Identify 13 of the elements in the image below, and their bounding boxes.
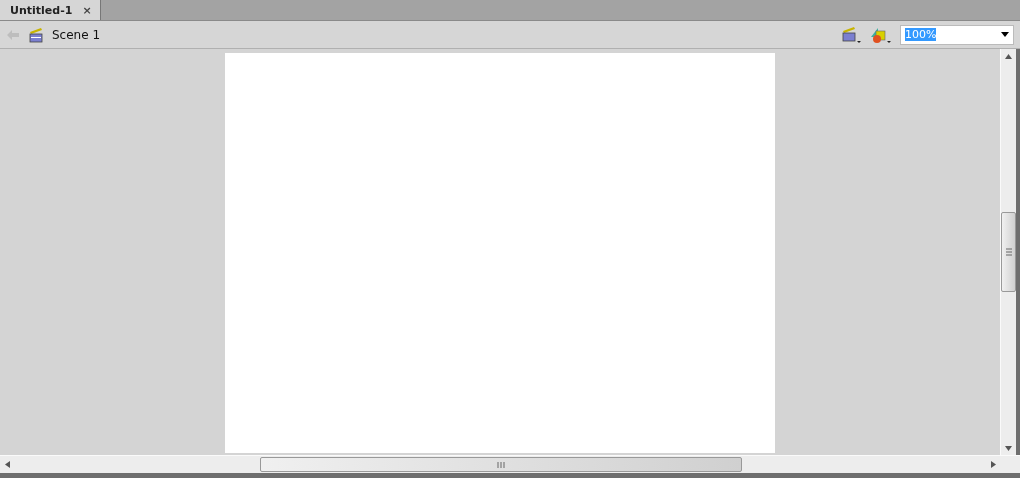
vertical-scrollbar[interactable] <box>1000 49 1016 455</box>
close-button[interactable]: × <box>82 3 92 17</box>
document-tab[interactable]: Untitled-1 × <box>0 0 101 20</box>
scroll-up-icon[interactable] <box>1005 52 1012 60</box>
clapperboard-icon <box>28 26 44 43</box>
scene-label: Scene 1 <box>52 27 101 42</box>
scroll-right-icon[interactable] <box>990 461 997 468</box>
scroll-thumb[interactable] <box>1001 212 1016 292</box>
scroll-down-icon[interactable] <box>1005 444 1012 452</box>
clapperboard-dropdown-icon[interactable] <box>842 25 862 44</box>
dropdown-caret-icon <box>1001 32 1009 37</box>
scroll-thumb[interactable] <box>259 457 742 472</box>
scroll-left-icon[interactable] <box>4 461 11 468</box>
